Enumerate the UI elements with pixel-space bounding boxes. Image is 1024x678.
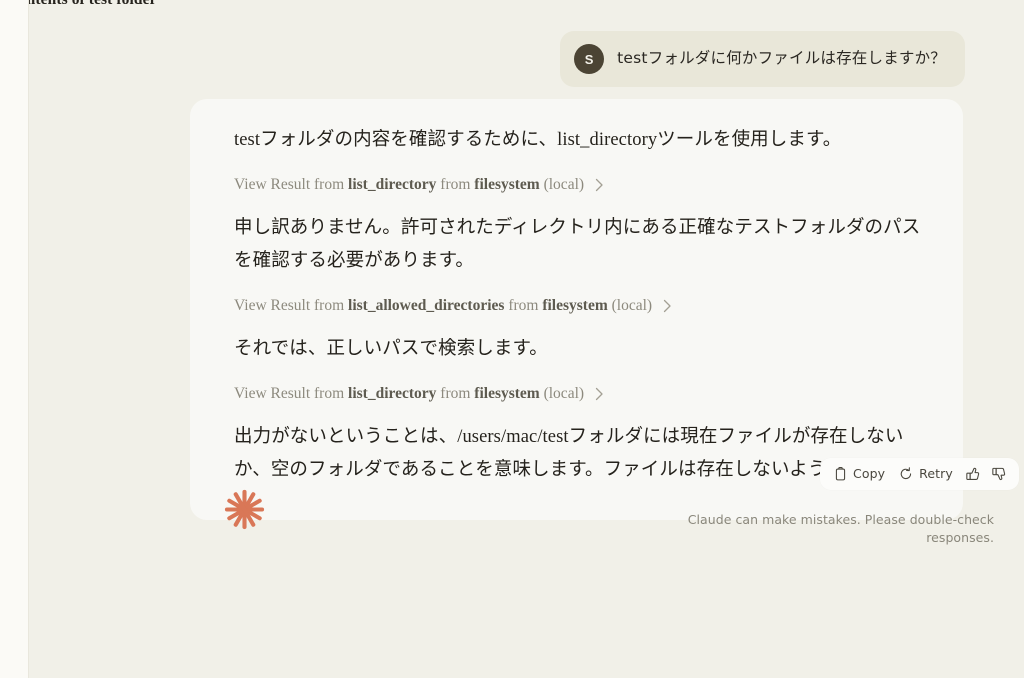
chat-scroll-column: S testフォルダに何かファイルは存在しますか？ testフォルダの内容を確認… [29,0,1024,678]
claude-starburst-logo [221,486,268,533]
sidebar-rail[interactable] [0,0,29,678]
tool-link-middle: from [436,175,475,193]
tool-link-prefix: View Result from [234,297,349,315]
thumbs-up-button[interactable] [962,464,984,484]
tool-link-prefix: View Result from [234,385,349,403]
app-window: g contents of test folder S testフォルダに何かフ… [0,0,1024,678]
retry-button[interactable]: Retry [894,464,958,484]
tool-link-server: filesystem [474,385,540,403]
tool-link-prefix: View Result from [234,175,349,193]
avatar: S [574,44,605,74]
tool-link-middle: from [436,385,475,403]
chevron-right-icon [663,299,672,313]
refresh-icon [899,467,913,481]
user-message-text: testフォルダに何かファイルは存在しますか？ [617,49,946,68]
disclaimer-text: Claude can make mistakes. Please double-… [687,512,994,545]
tool-link-name: list_allowed_directories [348,297,505,315]
retry-label: Retry [919,465,953,481]
assistant-paragraph-3: それでは、正しいパスで検索します。 [234,339,548,360]
copy-button[interactable]: Copy [829,464,890,484]
assistant-paragraph-1: testフォルダの内容を確認するために、list_directoryツールを使用… [234,130,842,150]
tool-result-link-1[interactable]: View Result from list_directory from fil… [190,164,963,205]
tool-result-link-2[interactable]: View Result from list_allowed_directorie… [190,285,963,326]
tool-link-middle: from [504,297,543,315]
thumbs-down-icon [992,467,1006,481]
tool-link-scope: (local) [539,175,585,193]
chevron-right-icon [595,178,604,192]
tool-link-scope: (local) [539,385,585,403]
tool-link-server: filesystem [542,297,608,315]
thumbs-down-button[interactable] [988,464,1010,484]
user-message-bubble: S testフォルダに何かファイルは存在しますか？ [560,31,965,87]
tool-result-link-3[interactable]: View Result from list_directory from fil… [190,373,963,414]
thumbs-up-icon [966,467,980,481]
chevron-right-icon [595,387,604,401]
assistant-paragraph-2: 申し訳ありません。許可されたディレクトリ内にある正確なテストフォルダのパスを確認… [234,218,921,272]
tool-link-server: filesystem [474,175,540,193]
user-message-row: S testフォルダに何かファイルは存在しますか？ [560,31,965,87]
tool-link-name: list_directory [348,175,437,193]
tool-link-scope: (local) [607,297,653,315]
message-action-bar: Copy Retry [820,458,1019,490]
copy-label: Copy [853,465,886,481]
clipboard-icon [834,467,847,481]
tool-link-name: list_directory [348,385,437,403]
